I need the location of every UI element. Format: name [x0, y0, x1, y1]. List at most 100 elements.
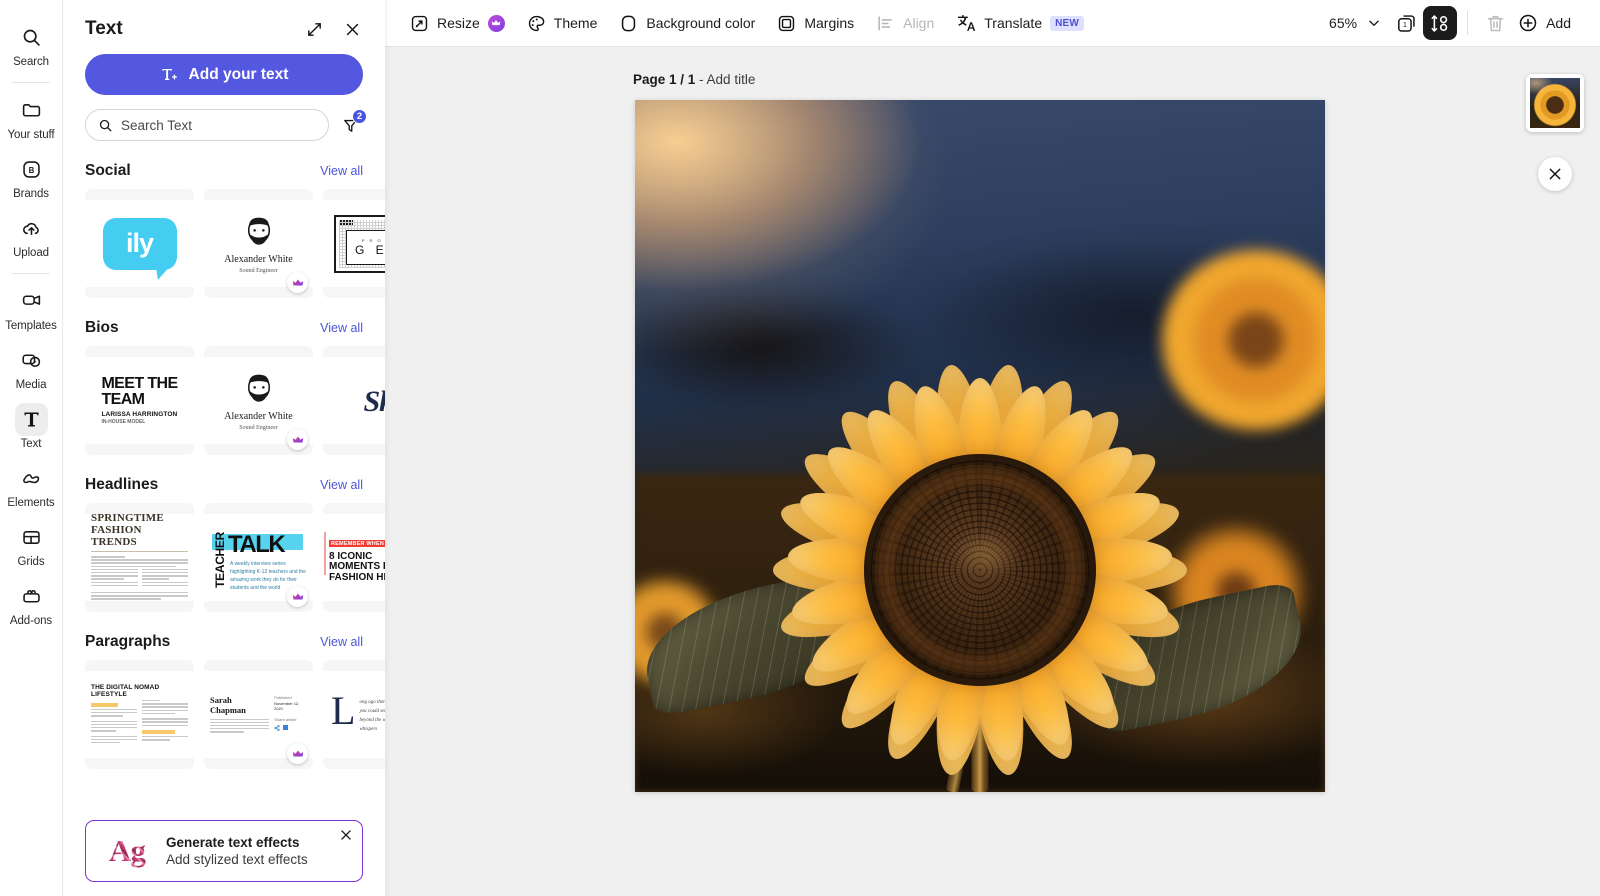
- page-1-thumbnail[interactable]: [1526, 74, 1584, 132]
- section-header-social: Social View all: [85, 162, 363, 180]
- sidebar-item-grids[interactable]: Grids: [2, 514, 60, 573]
- page-number: Page 1 / 1: [633, 72, 695, 87]
- premium-crown-icon: [287, 272, 308, 293]
- iconic-layout: REMEMBER WHEN 8 ICONIC MOMENTS FROM FASH…: [323, 532, 385, 584]
- palette-icon: [527, 14, 546, 33]
- sky-layout: m, t Sky: [350, 382, 386, 419]
- card-title: MEET THE: [101, 376, 177, 391]
- template-card[interactable]: ily: [85, 189, 194, 298]
- panel-header: Text: [63, 0, 385, 46]
- add-page-button[interactable]: Add: [1512, 7, 1582, 39]
- search-icon: [98, 118, 113, 133]
- expand-arrows-icon[interactable]: [303, 18, 325, 40]
- search-row: 2: [85, 109, 363, 141]
- template-card[interactable]: Alexander White Sound Engineer: [204, 346, 313, 455]
- template-card[interactable]: Sarah Chapman Published November 12, 202…: [204, 660, 313, 769]
- canvas-area[interactable]: Page 1 / 1 - Add title: [385, 47, 1600, 896]
- section-header-headlines: Headlines View all: [85, 476, 363, 494]
- card-title: Sky: [364, 385, 386, 418]
- toolbar-theme-button[interactable]: Theme: [516, 8, 609, 39]
- brand-b-icon: B: [15, 153, 48, 186]
- toolbar-resize-button[interactable]: Resize: [399, 8, 516, 39]
- card-text: ily: [126, 228, 153, 259]
- sidebar-item-label: Grids: [18, 556, 45, 568]
- card-role: IN-HOUSE MODEL: [101, 419, 177, 425]
- toolbar-translate-button[interactable]: Translate NEW: [945, 7, 1095, 39]
- card-tag: REMEMBER WHEN: [329, 540, 385, 547]
- template-card[interactable]: SPRINGTIME FASHION TRENDS: [85, 503, 194, 612]
- search-input[interactable]: [121, 118, 316, 133]
- main-area: Resize Theme Background color: [385, 0, 1600, 896]
- panel-scroll-body: Social View all ily Alexander White: [63, 141, 385, 896]
- page-add-title: - Add title: [695, 72, 755, 87]
- margins-icon: [777, 14, 796, 33]
- dropcap-layout: L ong ago there was a kingdom. If you co…: [323, 695, 385, 734]
- card-title: TALK: [228, 531, 284, 559]
- template-card[interactable]: REMEMBER WHEN 8 ICONIC MOMENTS FROM FASH…: [323, 503, 385, 612]
- sidebar-item-search[interactable]: Search: [2, 14, 60, 73]
- close-icon[interactable]: [339, 828, 353, 847]
- springtime-layout: SPRINGTIME FASHION TRENDS: [85, 514, 194, 601]
- filter-button[interactable]: 2: [337, 110, 363, 140]
- card-meta-label: Published: [274, 695, 307, 700]
- section-title: Headlines: [85, 476, 158, 494]
- card-thumbnail: THE DIGITAL NOMAD LIFESTYLE: [85, 671, 194, 758]
- speech-bubble-icon: ily: [103, 218, 177, 270]
- toolbar-label: Resize: [437, 15, 480, 31]
- card-thumbnail: REMEMBER WHEN 8 ICONIC MOMENTS FROM FASH…: [323, 514, 385, 601]
- add-your-text-button[interactable]: Add your text: [85, 54, 363, 95]
- template-card[interactable]: P R O M O G E T: [323, 189, 385, 298]
- toolbar-margins-button[interactable]: Margins: [766, 8, 865, 39]
- view-all-link-bios[interactable]: View all: [320, 321, 363, 335]
- reorder-pages-button[interactable]: [1423, 6, 1457, 40]
- sidebar-item-label: Media: [16, 379, 47, 391]
- card-thumbnail: ily: [85, 200, 194, 287]
- app-root: Search Your stuff B Brands Upload: [0, 0, 1600, 896]
- card-thumbnail: L ong ago there was a kingdom. If you co…: [323, 671, 385, 758]
- view-all-link-headlines[interactable]: View all: [320, 478, 363, 492]
- sidebar-item-your-stuff[interactable]: Your stuff: [2, 87, 60, 146]
- card-row-social: ily Alexander White Sound Engineer: [63, 189, 385, 298]
- page-count-button[interactable]: 1: [1389, 6, 1423, 40]
- toolbar-align-button[interactable]: Align: [865, 8, 945, 39]
- template-card[interactable]: THE DIGITAL NOMAD LIFESTYLE: [85, 660, 194, 769]
- template-card[interactable]: TEACHER TALK A weekly interview series h…: [204, 503, 313, 612]
- card-body: ong ago there was a kingdom. If you coul…: [359, 695, 385, 734]
- card-thumbnail: m, t Sky: [323, 357, 385, 444]
- close-icon[interactable]: [341, 18, 363, 40]
- sidebar-item-add-ons[interactable]: Add-ons: [2, 573, 60, 632]
- delete-button[interactable]: [1478, 6, 1512, 40]
- sunflower-disc: [864, 454, 1096, 686]
- search-input-wrapper[interactable]: [85, 109, 329, 141]
- template-card[interactable]: MEET THE TEAM LARISSA HARRINGTON IN-HOUS…: [85, 346, 194, 455]
- sidebar-item-brands[interactable]: B Brands: [2, 146, 60, 205]
- sidebar-item-elements[interactable]: Elements: [2, 455, 60, 514]
- plus-circle-icon: [1518, 13, 1538, 33]
- design-canvas-page[interactable]: [635, 100, 1325, 792]
- zoom-control[interactable]: 65%: [1321, 10, 1389, 36]
- premium-crown-icon: [287, 586, 308, 607]
- toolbar-background-color-button[interactable]: Background color: [608, 8, 766, 39]
- template-card[interactable]: Alexander White Sound Engineer: [204, 189, 313, 298]
- sidebar-item-upload[interactable]: Upload: [2, 205, 60, 264]
- card-thumbnail: MEET THE TEAM LARISSA HARRINGTON IN-HOUS…: [85, 357, 194, 444]
- toolbar-label: Add: [1546, 15, 1571, 31]
- view-all-link-social[interactable]: View all: [320, 164, 363, 178]
- resize-icon: [410, 14, 429, 33]
- template-card[interactable]: L ong ago there was a kingdom. If you co…: [323, 660, 385, 769]
- card-title: Alexander White: [224, 411, 292, 422]
- template-card[interactable]: m, t Sky: [323, 346, 385, 455]
- generate-text-effects-banner[interactable]: Ag Generate text effects Add stylized te…: [85, 820, 363, 882]
- view-all-link-paragraphs[interactable]: View all: [320, 635, 363, 649]
- page-title-label[interactable]: Page 1 / 1 - Add title: [633, 72, 755, 87]
- sidebar-item-templates[interactable]: Templates: [2, 278, 60, 337]
- ag-logo: Ag: [100, 831, 154, 871]
- sidebar-item-text[interactable]: Text: [2, 396, 60, 455]
- text-columns: [91, 700, 188, 745]
- card-title-2: TEAM: [101, 392, 177, 407]
- sidebar-item-media[interactable]: Media: [2, 337, 60, 396]
- thumbnail-image: [1530, 78, 1580, 128]
- card-share-label: Share article: [274, 717, 307, 722]
- card-title: SPRINGTIME FASHION TRENDS: [91, 514, 188, 548]
- close-thumbnail-panel-button[interactable]: [1538, 157, 1572, 191]
